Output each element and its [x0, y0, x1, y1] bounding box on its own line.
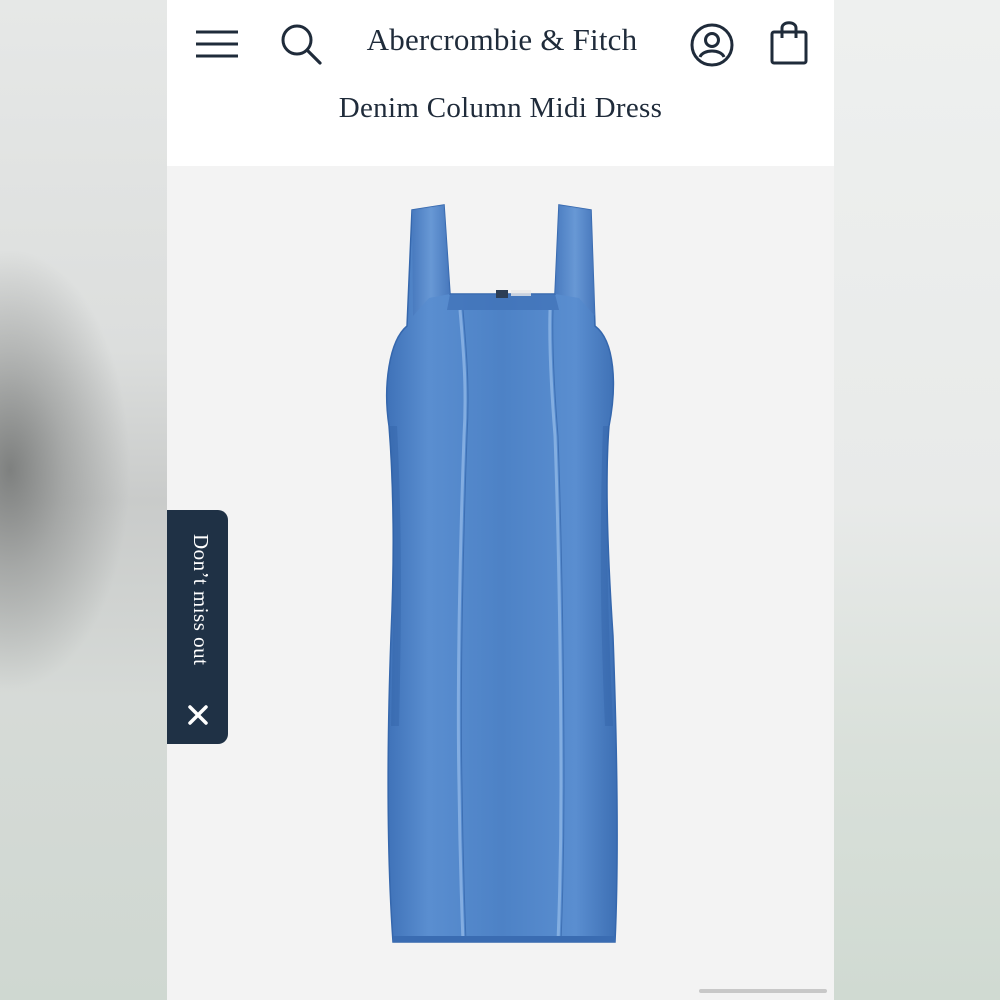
site-header: Abercrombie & Fitch Denim Column Midi Dr… [167, 0, 834, 166]
product-title: Denim Column Midi Dress [338, 92, 663, 124]
product-image-area: Don’t miss out [167, 166, 834, 1000]
close-icon[interactable] [187, 704, 209, 726]
phone-screen: Abercrombie & Fitch Denim Column Midi Dr… [167, 0, 834, 1000]
product-image[interactable] [167, 166, 834, 1000]
scroll-indicator [699, 989, 827, 993]
search-icon[interactable] [279, 22, 323, 66]
brand-logo[interactable]: Abercrombie & Fitch [357, 22, 647, 58]
promo-tab[interactable]: Don’t miss out [167, 510, 228, 744]
menu-icon[interactable] [195, 26, 239, 62]
shopping-bag-icon[interactable] [769, 18, 809, 66]
blurred-background-left [0, 0, 167, 1000]
blurred-background-right [834, 0, 1000, 1000]
promo-label[interactable]: Don’t miss out [183, 534, 213, 684]
account-icon[interactable] [689, 22, 735, 68]
